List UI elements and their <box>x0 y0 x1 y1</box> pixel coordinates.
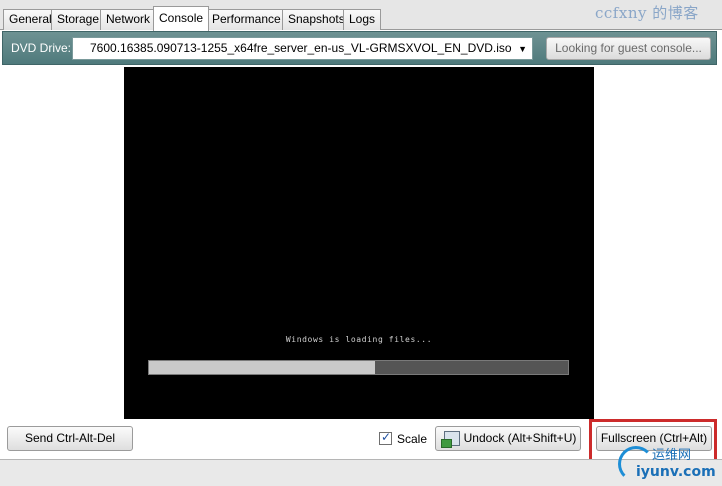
dvd-drive-select[interactable]: 7600.16385.090713-1255_x64fre_server_en-… <box>72 37 533 60</box>
tab-console[interactable]: Console <box>153 6 210 31</box>
vm-console-screen[interactable]: Windows is loading files... <box>124 67 594 419</box>
send-ctrl-alt-del-button[interactable]: Send Ctrl-Alt-Del <box>7 426 133 451</box>
tab-logs[interactable]: Logs <box>343 9 382 30</box>
undock-label: Undock (Alt+Shift+U) <box>463 431 577 445</box>
chevron-down-icon[interactable]: ▼ <box>518 39 527 59</box>
boot-progress-bar <box>148 360 569 375</box>
undock-window-icon <box>441 431 460 448</box>
boot-loading-text: Windows is loading files... <box>285 335 433 344</box>
scale-checkbox[interactable]: ✓ <box>379 430 392 445</box>
blog-watermark: ccfxny 的博客 <box>595 4 699 22</box>
dvd-drive-label: DVD Drive: <box>11 41 72 55</box>
site-watermark-logo: 运维网 iyunv.com <box>608 440 720 486</box>
checkmark-icon: ✓ <box>381 430 392 444</box>
dvd-drive-value: 7600.16385.090713-1255_x64fre_server_en-… <box>90 41 512 55</box>
tab-storage[interactable]: Storage <box>51 9 106 30</box>
tab-network[interactable]: Network <box>100 9 157 30</box>
guest-console-button[interactable]: Looking for guest console... <box>546 37 711 60</box>
undock-button[interactable]: Undock (Alt+Shift+U) <box>435 426 581 451</box>
tab-general[interactable]: General <box>3 9 58 30</box>
scale-label: Scale <box>397 432 428 446</box>
dvd-drive-bar: DVD Drive: 7600.16385.090713-1255_x64fre… <box>2 31 717 65</box>
tab-performance[interactable]: Performance <box>206 9 287 30</box>
logo-cn-text: 运维网 <box>652 448 692 463</box>
boot-progress-fill <box>149 361 376 374</box>
tab-snapshots[interactable]: Snapshots <box>282 9 351 30</box>
logo-url-text: iyunv.com <box>636 464 716 480</box>
